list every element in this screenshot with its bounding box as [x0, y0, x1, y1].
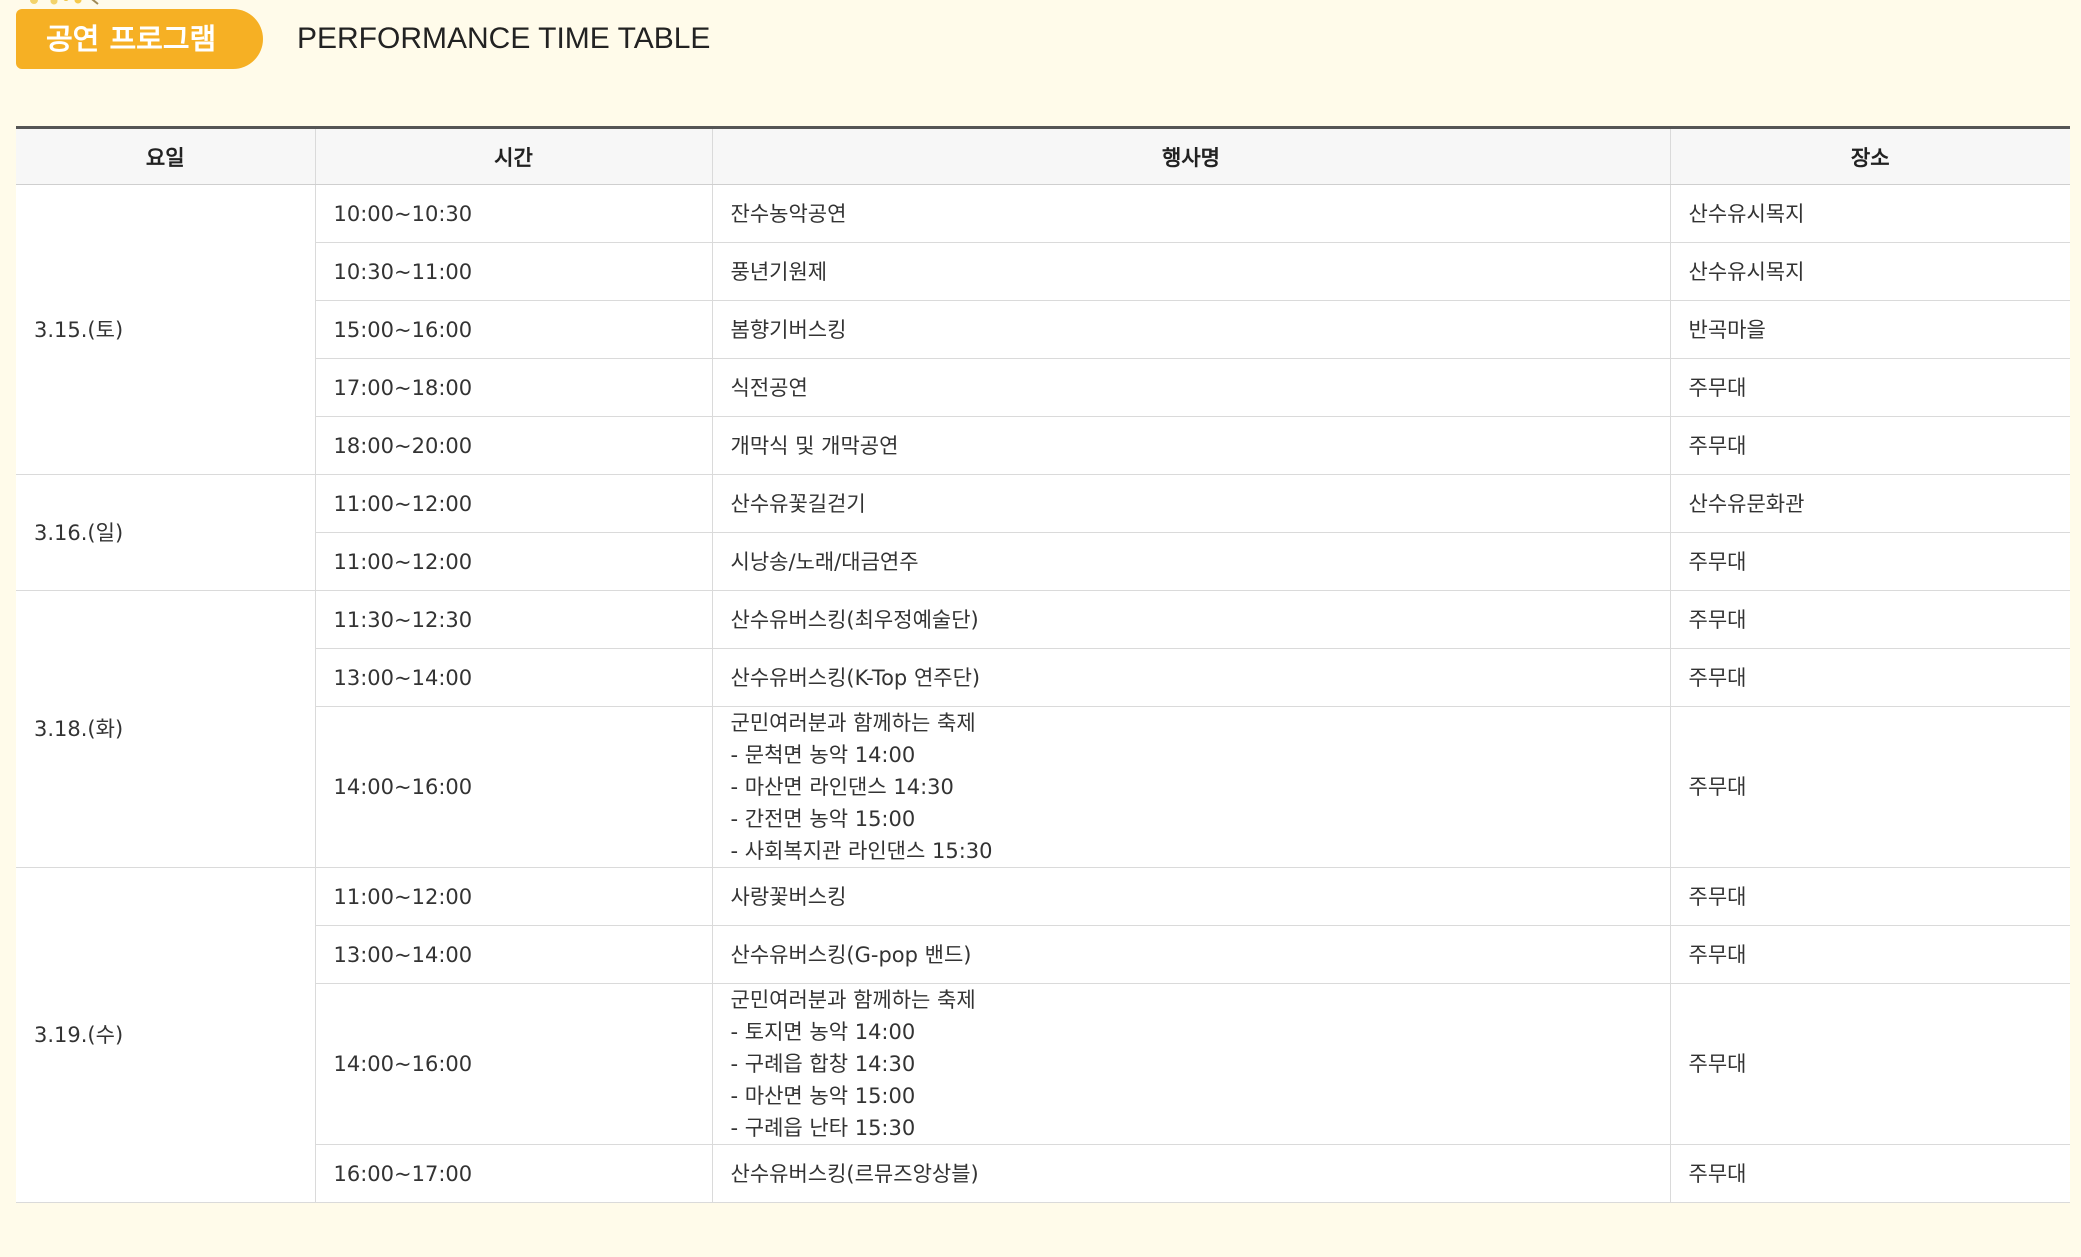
time-cell: 10:00~10:30 [314, 184, 712, 243]
table-row: 15:00~16:00 봄향기버스킹 반곡마을 [16, 300, 2070, 359]
day-cell: 3.18.(화) [16, 590, 315, 868]
event-line: 식전공연 [730, 375, 808, 400]
event-cell: 산수유버스킹(K-Top 연주단) [711, 648, 1670, 707]
event-cell: 산수유버스킹(G-pop 밴드) [711, 925, 1670, 984]
table-row: 13:00~14:00 산수유버스킹(K-Top 연주단) 주무대 [16, 648, 2070, 707]
event-line: - 토지면 농악 14:00 [730, 1020, 916, 1044]
event-line: 군민여러분과 함께하는 축제 [730, 988, 976, 1012]
day-cell: 3.19.(수) [16, 867, 315, 1203]
place-cell: 주무대 [1669, 648, 2070, 707]
table-row: 17:00~18:00 식전공연 주무대 [16, 358, 2070, 417]
flower-decoration-icon [30, 0, 99, 5]
event-cell: 잔수농악공연 [711, 184, 1670, 243]
place-cell: 산수유시목지 [1669, 184, 2070, 243]
table-row: 16:00~17:00 산수유버스킹(르뮤즈앙상블) 주무대 [16, 1144, 2070, 1203]
event-cell: 사랑꽃버스킹 [711, 867, 1670, 926]
page-subtitle: PERFORMANCE TIME TABLE [297, 22, 711, 55]
event-line: - 문척면 농악 14:00 [730, 743, 916, 767]
event-line: 산수유버스킹(르뮤즈앙상블) [730, 1161, 979, 1186]
time-cell: 18:00~20:00 [314, 416, 712, 475]
column-header-day: 요일 [16, 127, 315, 185]
event-line: - 사회복지관 라인댄스 15:30 [730, 839, 993, 863]
event-line: 산수유버스킹(G-pop 밴드) [730, 942, 972, 967]
event-cell: 산수유버스킹(르뮤즈앙상블) [711, 1144, 1670, 1203]
table-row: 3.15.(토) 10:00~10:30 잔수농악공연 산수유시목지 [16, 184, 2070, 475]
place-cell: 주무대 [1669, 532, 2070, 591]
time-cell: 11:30~12:30 [314, 590, 712, 649]
column-header-place: 장소 [1669, 127, 2070, 185]
column-header-time: 시간 [314, 127, 712, 185]
event-cell: 풍년기원제 [711, 242, 1670, 301]
event-line: - 구례읍 난타 15:30 [730, 1116, 916, 1140]
time-cell: 11:00~12:00 [314, 532, 712, 591]
time-cell: 11:00~12:00 [314, 867, 712, 926]
time-cell: 13:00~14:00 [314, 925, 712, 984]
event-cell: 시낭송/노래/대금연주 [711, 532, 1670, 591]
event-cell: 식전공연 [711, 358, 1670, 417]
table-row: 11:00~12:00 시낭송/노래/대금연주 주무대 [16, 532, 2070, 591]
event-line: 풍년기원제 [730, 259, 828, 284]
place-cell: 주무대 [1669, 925, 2070, 984]
place-cell: 주무대 [1669, 706, 2070, 868]
time-cell: 16:00~17:00 [314, 1144, 712, 1203]
table-row: 18:00~20:00 개막식 및 개막공연 주무대 [16, 416, 2070, 475]
place-cell: 주무대 [1669, 416, 2070, 475]
event-line: 산수유버스킹(최우정예술단) [730, 607, 979, 632]
event-cell: 봄향기버스킹 [711, 300, 1670, 359]
table-row: 14:00~16:00 군민여러분과 함께하는 축제 - 토지면 농악 14:0… [16, 983, 2070, 1145]
time-cell: 14:00~16:00 [314, 983, 712, 1145]
place-cell: 주무대 [1669, 983, 2070, 1145]
day-cell: 3.15.(토) [16, 184, 315, 475]
table-row: 13:00~14:00 산수유버스킹(G-pop 밴드) 주무대 [16, 925, 2070, 984]
event-line: 봄향기버스킹 [730, 317, 847, 342]
time-cell: 14:00~16:00 [314, 706, 712, 868]
event-cell: 산수유버스킹(최우정예술단) [711, 590, 1670, 649]
place-cell: 산수유시목지 [1669, 242, 2070, 301]
event-line: 사랑꽃버스킹 [730, 884, 847, 909]
place-cell: 주무대 [1669, 358, 2070, 417]
place-cell: 주무대 [1669, 590, 2070, 649]
event-cell: 개막식 및 개막공연 [711, 416, 1670, 475]
event-line: - 간전면 농악 15:00 [730, 807, 916, 831]
table-row: 3.18.(화) 11:30~12:30 산수유버스킹(최우정예술단) 주무대 [16, 590, 2070, 868]
time-cell: 11:00~12:00 [314, 474, 712, 533]
table-row: 3.19.(수) 11:00~12:00 사랑꽃버스킹 주무대 [16, 867, 2070, 1203]
place-cell: 산수유문화관 [1669, 474, 2070, 533]
event-line: 시낭송/노래/대금연주 [730, 549, 919, 574]
day-cell: 3.16.(일) [16, 474, 315, 591]
time-cell: 17:00~18:00 [314, 358, 712, 417]
table-row: 10:30~11:00 풍년기원제 산수유시목지 [16, 242, 2070, 301]
column-header-event: 행사명 [711, 127, 1670, 185]
event-line: 산수유꽃길걷기 [730, 491, 866, 516]
event-line: - 구례읍 합창 14:30 [730, 1052, 916, 1076]
time-cell: 10:30~11:00 [314, 242, 712, 301]
time-cell: 15:00~16:00 [314, 300, 712, 359]
time-cell: 13:00~14:00 [314, 648, 712, 707]
event-cell: 산수유꽃길걷기 [711, 474, 1670, 533]
event-cell: 군민여러분과 함께하는 축제 - 토지면 농악 14:00 - 구례읍 합창 1… [711, 983, 1670, 1145]
place-cell: 반곡마을 [1669, 300, 2070, 359]
event-line: 잔수농악공연 [730, 201, 847, 226]
table-row: 3.16.(일) 11:00~12:00 산수유꽃길걷기 산수유문화관 [16, 474, 2070, 591]
page-header: 공연 프로그램 PERFORMANCE TIME TABLE [16, 9, 710, 69]
table-row: 14:00~16:00 군민여러분과 함께하는 축제 - 문척면 농악 14:0… [16, 706, 2070, 868]
event-line: 군민여러분과 함께하는 축제 [730, 711, 976, 735]
table-header-row: 요일 시간 행사명 장소 [16, 127, 2070, 185]
event-line: 개막식 및 개막공연 [730, 433, 899, 458]
program-badge: 공연 프로그램 [16, 9, 263, 69]
event-line: - 마산면 라인댄스 14:30 [730, 775, 954, 799]
event-line: 산수유버스킹(K-Top 연주단) [730, 665, 981, 690]
place-cell: 주무대 [1669, 1144, 2070, 1203]
place-cell: 주무대 [1669, 867, 2070, 926]
event-cell: 군민여러분과 함께하는 축제 - 문척면 농악 14:00 - 마산면 라인댄스… [711, 706, 1670, 868]
performance-timetable: 요일 시간 행사명 장소 3.15.(토) 10:00~10:30 잔수농악공연… [16, 126, 2070, 1203]
event-line: - 마산면 농악 15:00 [730, 1084, 916, 1108]
